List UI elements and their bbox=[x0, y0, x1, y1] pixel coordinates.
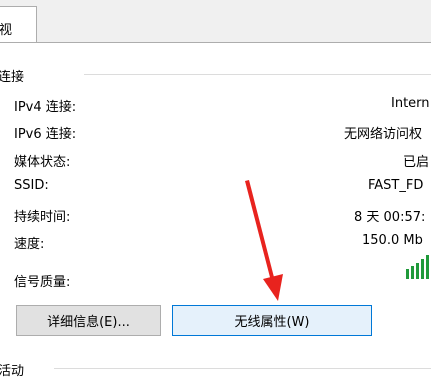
tab-general[interactable]: 视 bbox=[0, 6, 37, 43]
signal-bar-2 bbox=[411, 266, 414, 279]
ipv6-label: IPv6 连接: bbox=[14, 127, 77, 142]
speed-label: 速度: bbox=[14, 237, 45, 252]
duration-label: 持续时间: bbox=[14, 210, 71, 225]
signal-strength-icon bbox=[406, 255, 429, 279]
details-button[interactable]: 详细信息(E)... bbox=[16, 305, 161, 336]
activity-group-title: 活动 bbox=[0, 364, 25, 379]
speed-value: 150.0 Mb bbox=[362, 233, 423, 248]
ssid-value: FAST_FD bbox=[368, 178, 424, 193]
activity-group-divider bbox=[54, 368, 431, 369]
ipv4-value: Intern bbox=[391, 96, 430, 111]
ssid-label: SSID: bbox=[14, 178, 49, 193]
ipv4-label: IPv4 连接: bbox=[14, 100, 77, 115]
signal-bar-4 bbox=[421, 259, 424, 279]
connection-group-title: 连接 bbox=[0, 70, 25, 85]
media-state-value: 已启 bbox=[403, 155, 430, 170]
signal-bar-1 bbox=[406, 269, 409, 279]
signal-bar-3 bbox=[416, 263, 419, 279]
tab-label: 视 bbox=[0, 23, 13, 38]
ipv6-value: 无网络访问权 bbox=[344, 127, 423, 142]
signal-bar-5 bbox=[426, 255, 429, 279]
media-state-label: 媒体状态: bbox=[14, 155, 71, 170]
signal-quality-label: 信号质量: bbox=[14, 275, 71, 290]
duration-value: 8 天 00:57: bbox=[354, 210, 426, 225]
wireless-properties-button[interactable]: 无线属性(W) bbox=[172, 305, 372, 336]
connection-group-divider bbox=[84, 74, 431, 75]
